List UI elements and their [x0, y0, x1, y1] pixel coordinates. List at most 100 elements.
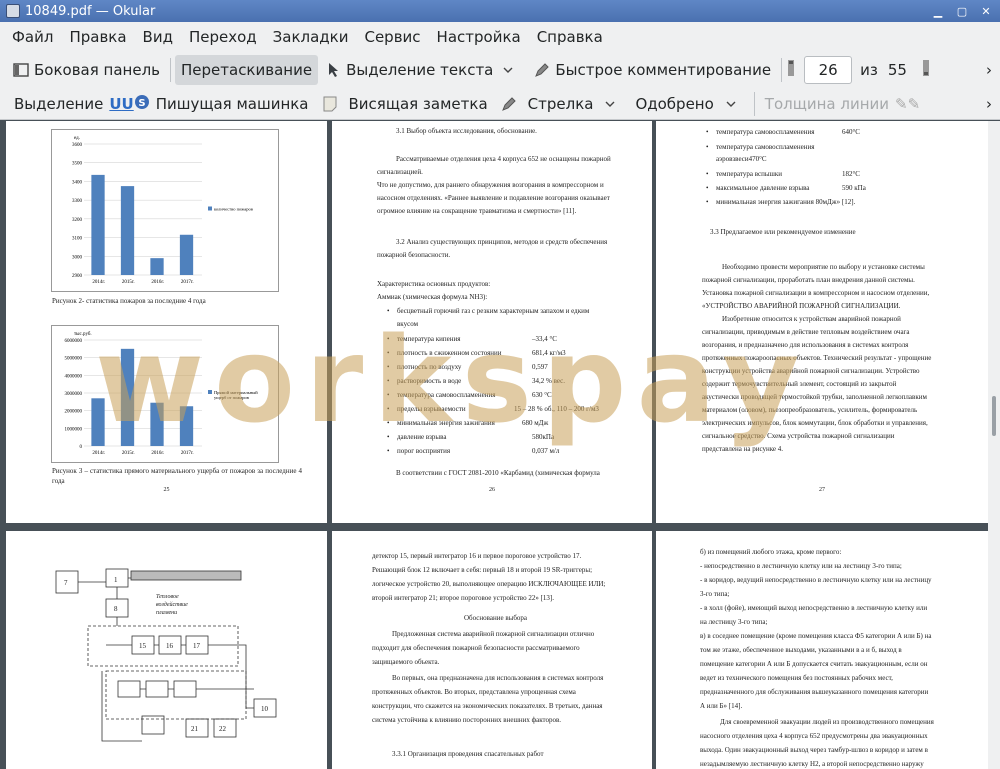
text-line: детектор 15, первый интегратор 16 и перв…: [372, 552, 582, 560]
text-line: сигнализацией.: [377, 168, 423, 176]
typewriter-label: Пишущая машинка: [155, 94, 309, 113]
window-title: 10849.pdf — Okular: [25, 3, 156, 19]
menu-bookmarks[interactable]: Закладки: [265, 23, 357, 51]
x-tick-label: 2014г.: [92, 451, 105, 456]
sidebar-button[interactable]: Боковая панель: [6, 55, 166, 85]
fires-count-chart: ед. 2900 3000 3100 3200 3300 3400 3500 3600 2014г…: [51, 129, 279, 292]
next-page-icon[interactable]: [921, 59, 931, 81]
value-text: 590 кПа: [842, 184, 866, 192]
opacity-icon[interactable]: ✎: [908, 95, 921, 113]
menu-help[interactable]: Справка: [529, 23, 611, 51]
list-item: максимальное давление взрыва: [706, 183, 809, 193]
text-select-button[interactable]: Выделение текста: [318, 55, 527, 85]
color-icon[interactable]: ✎: [895, 95, 908, 113]
menu-settings[interactable]: Настройка: [429, 23, 529, 51]
okular-app-icon: [6, 4, 20, 18]
svg-text:7: 7: [64, 579, 68, 587]
svg-text:16: 16: [166, 642, 174, 650]
document-viewport[interactable]: ед. 2900 3000 3100 3200 3300 3400 3500 3600 2014г…: [0, 121, 988, 769]
y-tick-label: 1000000: [65, 427, 83, 432]
page-25: ед. 2900 3000 3100 3200 3300 3400 3500 3600 2014г…: [6, 121, 327, 523]
legend-label: Прямой материальный ущерб от пожаров: [214, 390, 258, 400]
maximize-icon[interactable]: ▢: [954, 4, 970, 18]
chevron-down-icon[interactable]: [722, 95, 740, 113]
text-line: предназначенного для обслуживания вышеук…: [700, 688, 929, 696]
x-tick-label: 2014г.: [92, 280, 105, 285]
page-number-input[interactable]: 26: [804, 56, 853, 84]
damage-chart: тыс.руб. 0 1000000 2000000 3000000 4000000 500…: [51, 325, 279, 463]
text-line: Изобретение относится к устройствам авар…: [722, 315, 901, 323]
minimize-icon[interactable]: ▁: [930, 4, 946, 18]
text-line: насосного отделения цеха 4 корпуса 652 п…: [700, 732, 928, 740]
list-item: температура самовоспламенения: [387, 390, 495, 400]
chevron-down-icon[interactable]: [601, 95, 619, 113]
annotation-toolbar: Выделение U U S Пишущая машинка Висящая …: [0, 88, 1000, 120]
sticky-note-button[interactable]: Висящая заметка: [315, 89, 494, 119]
y-tick-label: 6000000: [65, 339, 83, 344]
y-tick-label: 3000000: [65, 392, 83, 397]
close-icon[interactable]: ✕: [978, 4, 994, 18]
line-width-button[interactable]: Толщина линии: [759, 89, 895, 119]
x-tick-label: 2015г.: [122, 280, 135, 285]
highlight-button[interactable]: Выделение: [8, 89, 109, 119]
list-item: давление взрыва: [387, 432, 447, 442]
text-line: протяженных пожароопасных объектов. Техн…: [702, 354, 932, 362]
strikeout-icon[interactable]: S: [134, 94, 150, 114]
text-line: «УСТРОЙСТВО АВАРИЙНОЙ ПОЖАРНОЙ СИГНАЛИЗА…: [702, 302, 901, 310]
list-item: бесцветный горючий газ с резким характер…: [387, 306, 589, 316]
page-28: 718 15 16 17 10 21 22 Тепловое воздействие п…: [6, 531, 327, 769]
toolbar-overflow-icon[interactable]: ›: [986, 95, 992, 113]
text-line: - в холл (фойе), имеющий выход непосредс…: [700, 604, 928, 612]
chart1-caption: Рисунок 2- статистика пожаров за последн…: [52, 297, 206, 305]
y-tick-label: 3400: [72, 180, 83, 185]
quick-annotation-button[interactable]: Быстрое комментирование: [527, 55, 777, 85]
previous-page-icon[interactable]: [786, 59, 796, 81]
text-line: насосном отделениях. «Раннее выявление и…: [377, 194, 610, 202]
underline-icon[interactable]: U: [109, 95, 121, 113]
text-line: логическое устройство 20, выполняющее оп…: [372, 580, 606, 588]
text-line: 3.1 Выбор объекта исследования, обоснова…: [396, 127, 537, 135]
value-text: 680 мДж: [522, 419, 549, 427]
menu-tools[interactable]: Сервис: [356, 23, 428, 51]
typewriter-button[interactable]: Пишущая машинка: [150, 89, 315, 119]
bar: [150, 402, 164, 446]
text-line: том же этаже, обеспеченное выходами, ука…: [700, 646, 902, 654]
x-tick-label: 2015г.: [122, 451, 135, 456]
svg-text:22: 22: [219, 725, 227, 733]
bar: [179, 234, 194, 275]
browse-tool-label: Перетаскивание: [181, 61, 313, 79]
browse-tool-button[interactable]: Перетаскивание: [175, 55, 319, 85]
list-item: вкусом: [397, 320, 419, 328]
arrow-label: Стрелка: [527, 94, 594, 113]
toolbar-overflow-icon[interactable]: ›: [986, 61, 992, 79]
list-item: плотность по воздуху: [387, 362, 461, 372]
quick-annotation-label: Быстрое комментирование: [555, 61, 772, 79]
text-line: сигнальное средство. Схема устройства по…: [702, 432, 895, 440]
stamp-button[interactable]: Одобрено: [629, 89, 749, 119]
squiggle-icon[interactable]: U: [122, 95, 134, 113]
menu-view[interactable]: Вид: [135, 23, 181, 51]
text-line: конструкции, что скажется на экономическ…: [372, 702, 603, 710]
y-tick-label: 3100: [72, 237, 83, 242]
list-item: растворимость в воде: [387, 376, 461, 386]
y-tick-label: 3600: [72, 143, 83, 148]
chevron-down-icon[interactable]: [499, 61, 517, 79]
page-30: б) из помещений любого этажа, кроме перв…: [656, 531, 988, 769]
scrollbar-thumb[interactable]: [992, 396, 996, 436]
text-line: в) в соседнее помещение (кроме помещения…: [700, 632, 932, 640]
page-of-label: из: [860, 61, 878, 79]
svg-text:10: 10: [261, 705, 269, 713]
menu-go[interactable]: Переход: [181, 23, 265, 51]
list-item: порог восприятия: [387, 446, 450, 456]
vertical-scrollbar[interactable]: [988, 121, 1000, 769]
highlight-label: Выделение: [14, 94, 104, 113]
text-line: Установка пожарной сигнализации в компре…: [702, 289, 930, 297]
text-line: Предложенная система аварийной пожарной …: [392, 630, 595, 638]
text-line: Во первых, она предназначена для использ…: [392, 674, 604, 682]
menu-edit[interactable]: Правка: [61, 23, 134, 51]
legend-swatch: [208, 390, 212, 394]
value-text: 630 °С: [532, 391, 552, 399]
text-line: Рассматриваемые отделения цеха 4 корпуса…: [396, 155, 611, 163]
menu-file[interactable]: Файл: [0, 23, 61, 51]
arrow-button[interactable]: Стрелка: [494, 89, 630, 119]
